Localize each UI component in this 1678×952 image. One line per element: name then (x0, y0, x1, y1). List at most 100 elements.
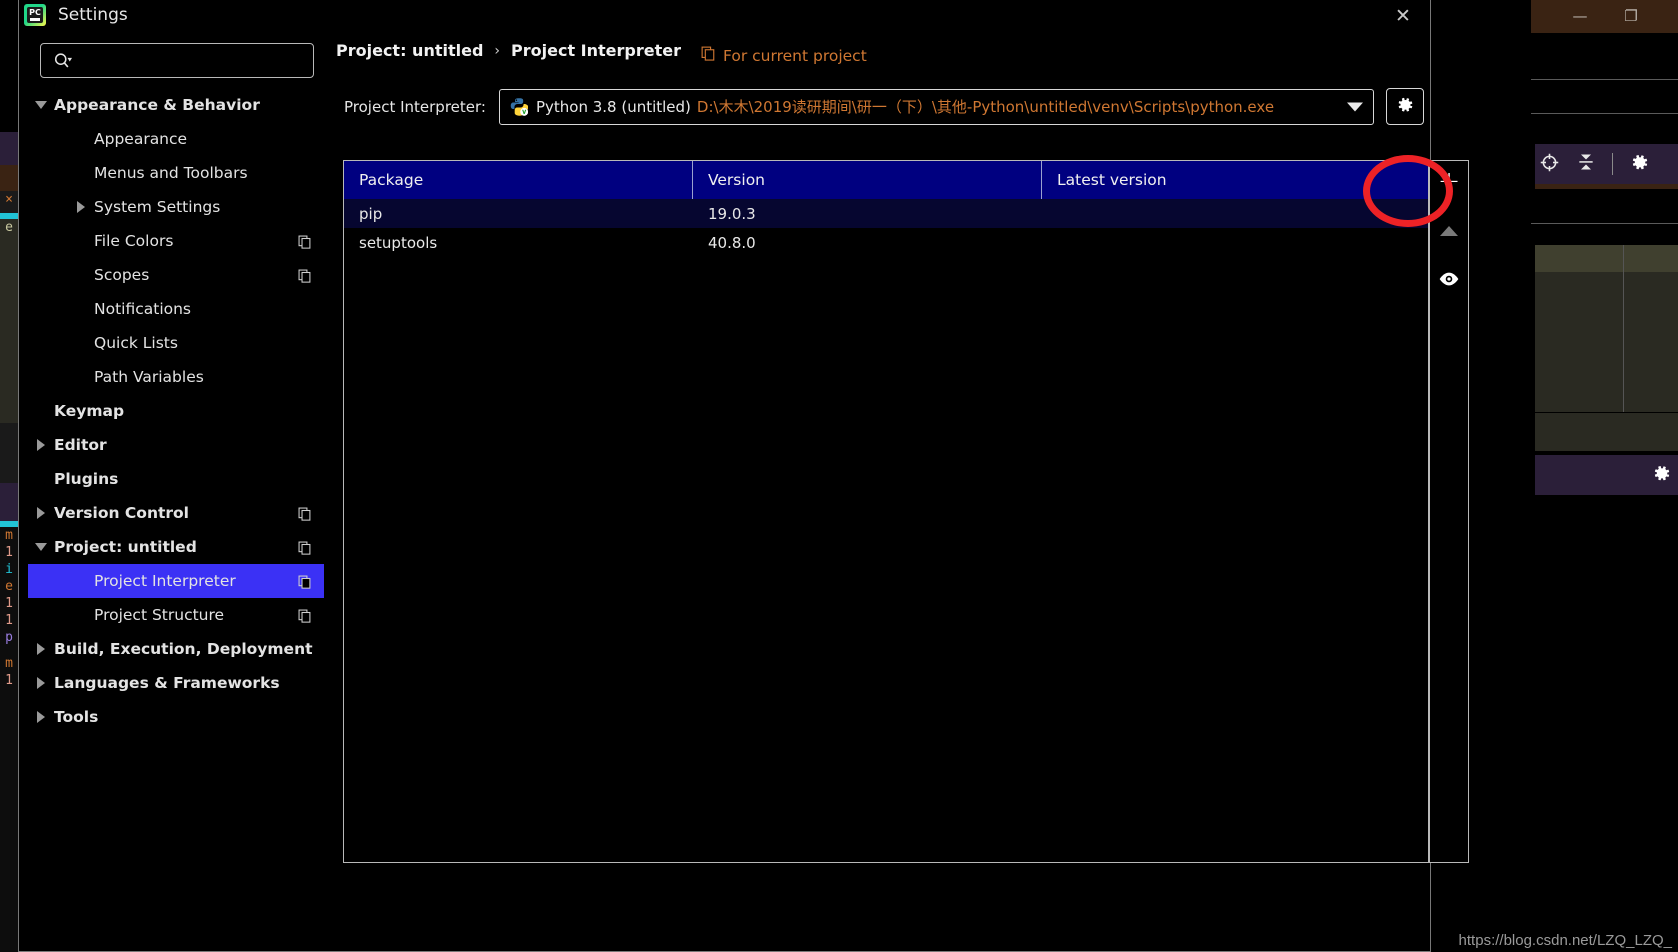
sidebar-item-path-variables[interactable]: Path Variables (28, 360, 324, 394)
sidebar-item-menus-and-toolbars[interactable]: Menus and Toolbars (28, 156, 324, 190)
chevron-down-icon[interactable] (1346, 102, 1363, 111)
sidebar-item-project-untitled[interactable]: Project: untitled (28, 530, 324, 564)
sidebar-item-file-colors[interactable]: File Colors (28, 224, 324, 258)
sidebar-item-label: Appearance (94, 130, 188, 148)
chevron-right-icon[interactable] (68, 201, 94, 213)
dialog-titlebar: PC Settings (24, 4, 128, 26)
sidebar-item-label: File Colors (94, 232, 174, 250)
search-icon (53, 52, 73, 70)
sidebar-item-label: Project Structure (94, 606, 225, 624)
interpreter-name: Python 3.8 (untitled) (535, 97, 691, 116)
annotation-ellipse (1363, 155, 1453, 227)
background-panel-header (1535, 245, 1678, 272)
sidebar-item-label: Plugins (54, 470, 119, 488)
sidebar-item-label: Menus and Toolbars (94, 164, 248, 182)
sidebar-item-version-control[interactable]: Version Control (28, 496, 324, 530)
sidebar-item-label: Appearance & Behavior (54, 96, 260, 114)
sidebar-item-label: Quick Lists (94, 334, 178, 352)
copy-icon (298, 234, 312, 249)
sidebar-item-scopes[interactable]: Scopes (28, 258, 324, 292)
background-status-bar (1535, 455, 1678, 495)
search-input[interactable] (77, 52, 297, 69)
sidebar-item-label: Scopes (94, 266, 150, 284)
screen: — ❐ × e m 1 i e 1 1 p m 1 PC Settings ✕ … (0, 0, 1678, 952)
pycharm-icon: PC (24, 4, 46, 26)
interpreter-row: Project Interpreter: Python 3.8 (untitle… (344, 88, 1424, 125)
minimize-button[interactable]: — (1563, 4, 1597, 28)
sidebar-item-languages-frameworks[interactable]: Languages & Frameworks (28, 666, 324, 700)
gear-icon (1395, 95, 1415, 119)
chevron-right-icon[interactable] (28, 711, 54, 723)
for-current-project[interactable]: For current project (701, 46, 867, 65)
chevron-down-icon[interactable] (28, 101, 54, 109)
copy-icon (701, 46, 716, 65)
sidebar-item-label: Project Interpreter (94, 572, 236, 590)
background-window-titlebar: — ❐ (1531, 0, 1678, 33)
settings-tree: Appearance & Behavior Appearance Menus and… (28, 88, 324, 734)
sidebar-item-quick-lists[interactable]: Quick Lists (28, 326, 324, 360)
collapse-icon[interactable] (1576, 152, 1596, 176)
target-icon[interactable] (1539, 152, 1560, 177)
column-header-version[interactable]: Version (693, 161, 1042, 199)
dialog-title: Settings (58, 5, 128, 25)
column-header-package[interactable]: Package (344, 161, 693, 199)
chevron-right-icon[interactable] (28, 643, 54, 655)
packages-table-header: Package Version Latest version (344, 161, 1428, 199)
sidebar-item-label: Tools (54, 708, 99, 726)
toolbar-divider (1612, 153, 1613, 175)
sidebar-item-system-settings[interactable]: System Settings (28, 190, 324, 224)
copy-icon (298, 540, 312, 555)
sidebar-item-build-execution-deployment[interactable]: Build, Execution, Deployment (28, 632, 324, 666)
sidebar-item-notifications[interactable]: Notifications (28, 292, 324, 326)
chevron-down-icon[interactable] (28, 543, 54, 551)
sidebar-item-editor[interactable]: Editor (28, 428, 324, 462)
eye-icon (1438, 271, 1460, 291)
sidebar-item-label: System Settings (94, 198, 221, 216)
interpreter-path: D:\木木\2019读研期间\研一（下）\其他-Python\untitled\… (696, 98, 1275, 116)
sidebar-item-label: Keymap (54, 402, 125, 420)
sidebar-item-appearance[interactable]: Appearance (28, 122, 324, 156)
cell-version: 40.8.0 (708, 233, 756, 252)
python-venv-icon (509, 97, 529, 116)
table-row[interactable]: pip 19.0.3 (344, 199, 1428, 228)
interpreter-select[interactable]: Python 3.8 (untitled) D:\木木\2019读研期间\研一（… (498, 88, 1374, 125)
close-icon[interactable]: ✕ (1389, 3, 1417, 29)
chevron-right-icon[interactable] (28, 439, 54, 451)
sidebar-item-tools[interactable]: Tools (28, 700, 324, 734)
search-input-wrapper[interactable] (40, 43, 314, 78)
sidebar-item-project-interpreter[interactable]: Project Interpreter (28, 564, 324, 598)
watermark: https://blog.csdn.net/LZQ_LZQ_ (1458, 932, 1672, 949)
chevron-right-icon[interactable] (28, 677, 54, 689)
gear-icon[interactable] (1651, 463, 1672, 488)
sidebar-item-appearance-behavior[interactable]: Appearance & Behavior (28, 88, 324, 122)
for-current-project-label: For current project (723, 46, 867, 65)
packages-table: Package Version Latest version pip 19.0.3… (343, 160, 1429, 863)
sidebar-item-label: Editor (54, 436, 107, 454)
settings-dialog: PC Settings ✕ Appearance & Behavior Appea… (18, 0, 1469, 952)
cell-package: pip (359, 204, 383, 223)
packages-toolbar: + (1429, 160, 1469, 863)
sidebar-item-keymap[interactable]: Keymap (28, 394, 324, 428)
gear-icon[interactable] (1629, 152, 1650, 177)
restore-button[interactable]: ❐ (1614, 4, 1648, 28)
chevron-right-icon[interactable] (28, 507, 54, 519)
breadcrumb-current: Project Interpreter (511, 41, 681, 60)
breadcrumb-separator: › (494, 42, 501, 59)
copy-icon (298, 574, 312, 589)
background-ide-window: — ❐ (1531, 0, 1678, 952)
interpreter-label: Project Interpreter: (344, 97, 486, 116)
cell-version: 19.0.3 (708, 204, 756, 223)
up-arrow-icon (1440, 226, 1458, 236)
interpreter-settings-button[interactable] (1385, 88, 1424, 125)
background-ide-toolbar (1535, 144, 1678, 184)
sidebar-item-project-structure[interactable]: Project Structure (28, 598, 324, 632)
table-row[interactable]: setuptools 40.8.0 (344, 228, 1428, 257)
show-early-releases-button[interactable] (1430, 261, 1468, 301)
background-panel (1535, 272, 1678, 412)
sidebar-item-label: Project: untitled (54, 538, 197, 556)
copy-icon (298, 506, 312, 521)
breadcrumb-parent[interactable]: Project: untitled (336, 41, 483, 60)
sidebar-item-plugins[interactable]: Plugins (28, 462, 324, 496)
background-panel-2 (1535, 413, 1678, 451)
sidebar-item-label: Languages & Frameworks (54, 674, 280, 692)
